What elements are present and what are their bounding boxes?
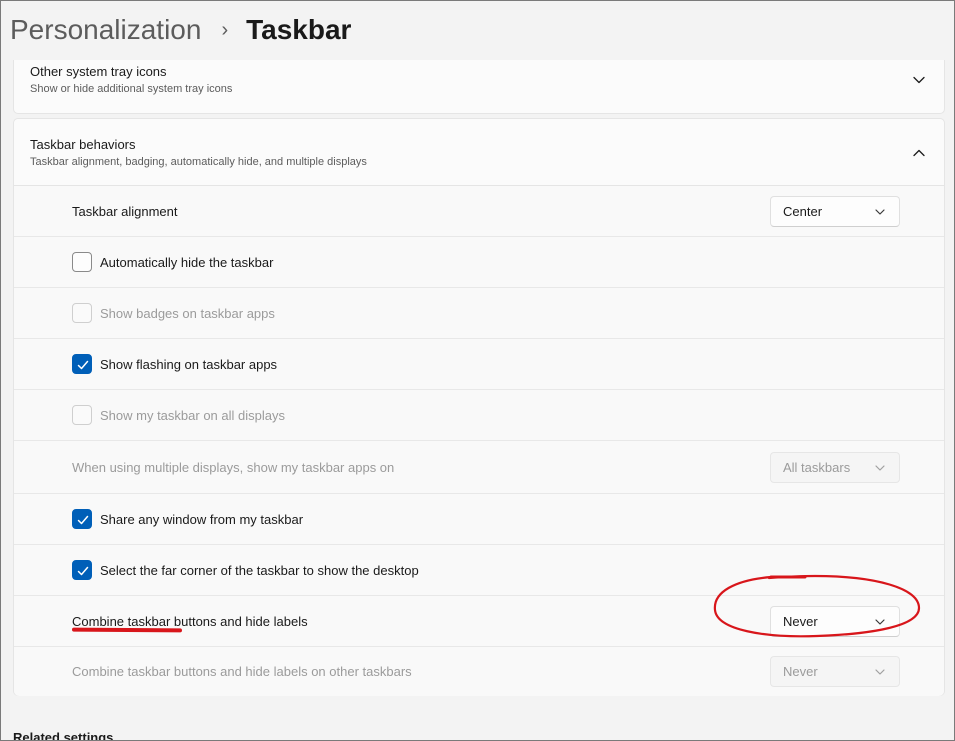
tray-icons-title: Other system tray icons xyxy=(30,64,167,79)
checkmark-icon xyxy=(77,566,89,576)
auto-hide-checkbox[interactable] xyxy=(72,252,92,272)
far-corner-checkbox[interactable] xyxy=(72,560,92,580)
annotation-circle xyxy=(713,574,921,638)
auto-hide-label[interactable]: Automatically hide the taskbar xyxy=(100,255,273,270)
combine-other-label: Combine taskbar buttons and hide labels … xyxy=(72,664,412,679)
breadcrumb-personalization[interactable]: Personalization xyxy=(10,14,201,46)
breadcrumb: Personalization › Taskbar xyxy=(10,10,351,50)
multi-display-apps-value: All taskbars xyxy=(783,459,851,475)
flashing-label[interactable]: Show flashing on taskbar apps xyxy=(100,357,277,372)
multi-display-apps-dropdown: All taskbars xyxy=(770,451,900,483)
badges-label: Show badges on taskbar apps xyxy=(100,305,275,321)
setting-row-share-window: Share any window from my taskbar xyxy=(14,494,944,545)
chevron-down-icon xyxy=(875,464,885,471)
alignment-label: Taskbar alignment xyxy=(72,203,178,219)
taskbar-behaviors-title: Taskbar behaviors xyxy=(30,137,136,152)
page-title: Taskbar xyxy=(246,14,352,45)
share-window-checkbox[interactable] xyxy=(72,509,92,529)
combine-other-dropdown: Never xyxy=(770,656,900,687)
setting-row-all-displays: Show my taskbar on all displays xyxy=(14,390,944,441)
share-window-label[interactable]: Share any window from my taskbar xyxy=(100,512,303,527)
alignment-dropdown[interactable]: Center xyxy=(770,195,900,227)
alignment-value: Center xyxy=(783,203,823,219)
chevron-down-icon xyxy=(875,208,885,215)
tray-icons-description: Show or hide additional system tray icon… xyxy=(30,83,233,95)
checkmark-icon xyxy=(77,515,89,525)
annotation-underline xyxy=(71,627,183,633)
setting-row-alignment: Taskbar alignment Center xyxy=(14,186,944,237)
checkmark-icon xyxy=(77,360,89,370)
badges-checkbox xyxy=(72,303,92,323)
all-displays-label: Show my taskbar on all displays xyxy=(100,407,285,423)
setting-row-multi-display-apps: When using multiple displays, show my ta… xyxy=(14,441,944,494)
setting-row-badges: Show badges on taskbar apps xyxy=(14,288,944,339)
flashing-checkbox[interactable] xyxy=(72,354,92,374)
tray-icons-card[interactable]: Other system tray icons Show or hide add… xyxy=(13,60,945,114)
setting-row-combine-other: Combine taskbar buttons and hide labels … xyxy=(14,647,944,696)
chevron-down-icon xyxy=(875,669,885,675)
chevron-up-icon[interactable] xyxy=(912,146,926,160)
multi-display-apps-label: When using multiple displays, show my ta… xyxy=(72,459,395,475)
far-corner-label[interactable]: Select the far corner of the taskbar to … xyxy=(100,563,419,578)
combine-label: Combine taskbar buttons and hide labels xyxy=(72,613,308,629)
taskbar-behaviors-description: Taskbar alignment, badging, automaticall… xyxy=(30,156,367,168)
setting-row-auto-hide: Automatically hide the taskbar xyxy=(14,237,944,288)
taskbar-behaviors-header[interactable]: Taskbar behaviors Taskbar alignment, bad… xyxy=(14,119,944,186)
related-settings-heading: Related settings xyxy=(13,730,114,741)
all-displays-checkbox xyxy=(72,405,92,425)
chevron-down-icon[interactable] xyxy=(912,73,926,87)
combine-other-value: Never xyxy=(783,664,818,679)
setting-row-flashing: Show flashing on taskbar apps xyxy=(14,339,944,390)
breadcrumb-separator-icon: › xyxy=(221,18,229,41)
